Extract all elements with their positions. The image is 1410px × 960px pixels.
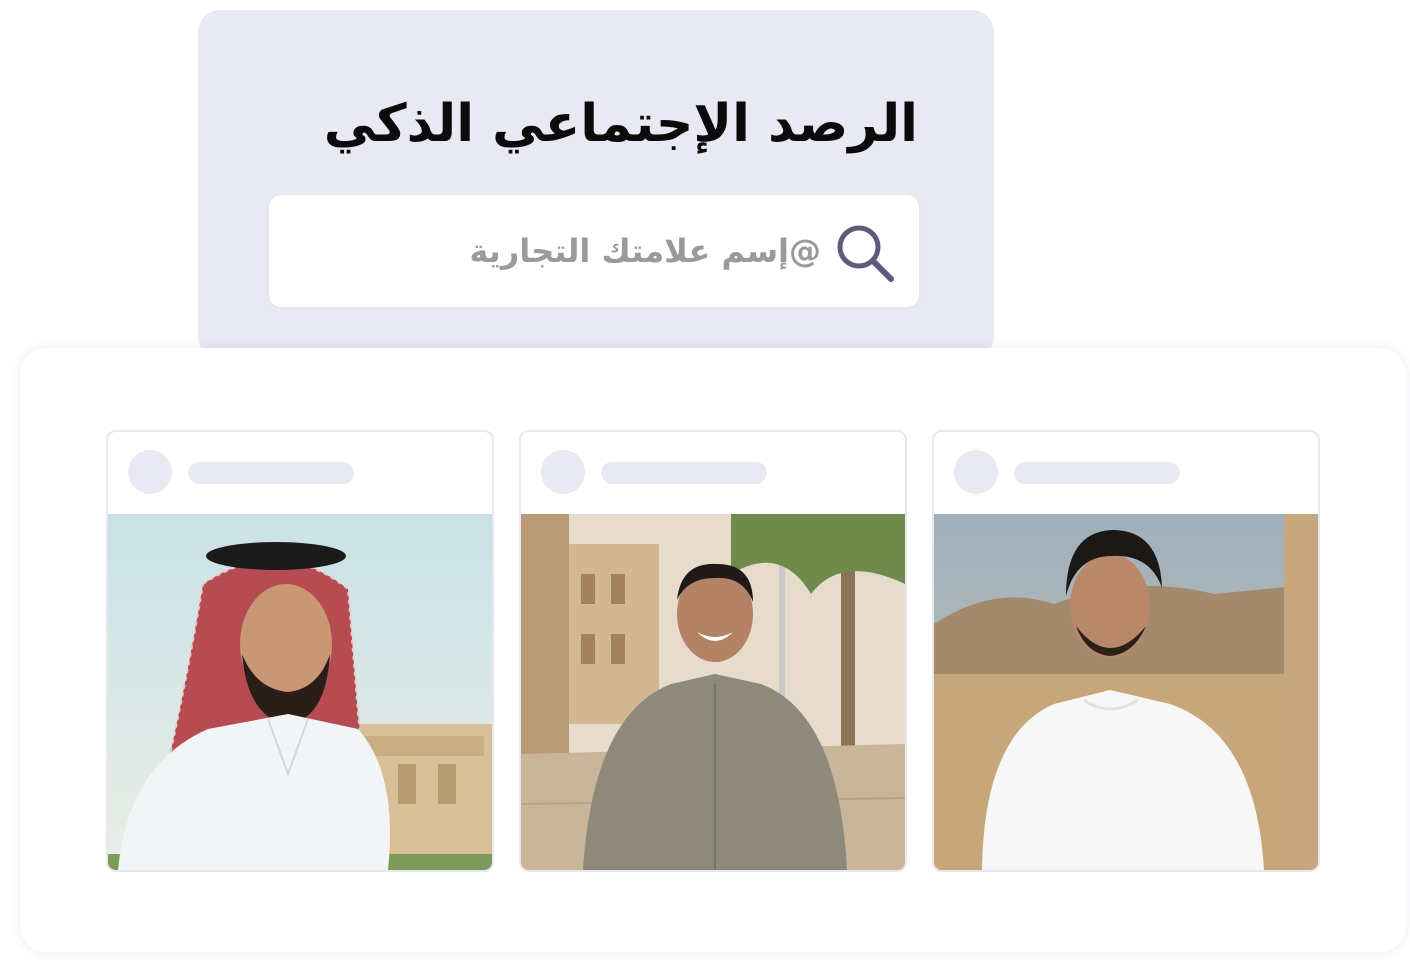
social-feed-card xyxy=(20,348,1406,952)
photo-illustration xyxy=(521,514,905,870)
post-card[interactable] xyxy=(932,430,1320,872)
post-photo-man-shemagh xyxy=(108,514,492,870)
avatar-placeholder xyxy=(954,450,998,494)
post-photo-man-grey-thobe xyxy=(521,514,905,870)
post-header xyxy=(108,432,492,514)
search-icon[interactable] xyxy=(835,223,897,285)
page-title: الرصد الإجتماعي الذكي xyxy=(323,94,918,154)
username-placeholder xyxy=(601,462,767,484)
search-input[interactable] xyxy=(301,217,821,285)
search-panel: الرصد الإجتماعي الذكي xyxy=(198,10,994,358)
username-placeholder xyxy=(1014,462,1180,484)
post-card[interactable] xyxy=(519,430,907,872)
post-card[interactable] xyxy=(106,430,494,872)
search-box[interactable] xyxy=(269,195,919,307)
avatar-placeholder xyxy=(128,450,172,494)
post-photo-man-white-tshirt xyxy=(934,514,1318,870)
username-placeholder xyxy=(188,462,354,484)
post-header xyxy=(521,432,905,514)
post-header xyxy=(934,432,1318,514)
avatar-placeholder xyxy=(541,450,585,494)
photo-illustration xyxy=(108,514,492,870)
photo-illustration xyxy=(934,514,1318,870)
